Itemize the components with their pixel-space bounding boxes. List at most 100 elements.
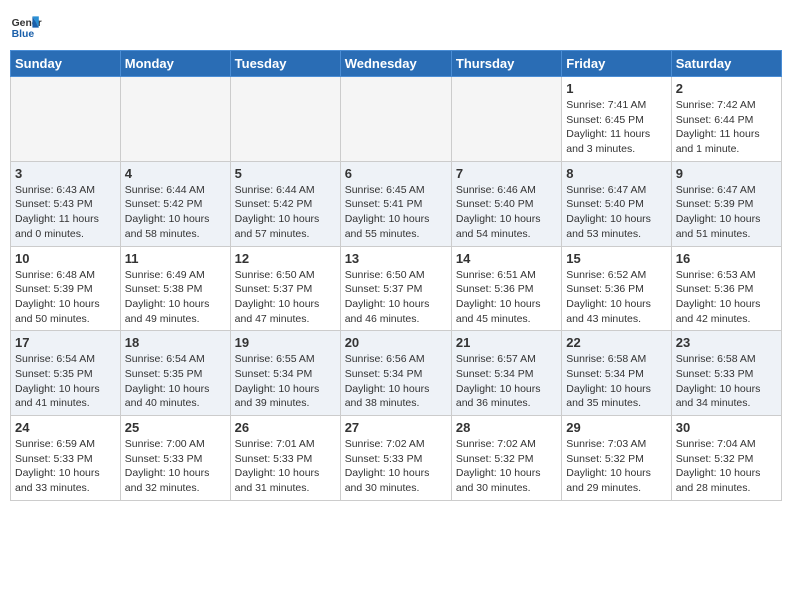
day-header-saturday: Saturday	[671, 51, 781, 77]
calendar-week-row: 17 Sunrise: 6:54 AMSunset: 5:35 PMDayligh…	[11, 331, 782, 416]
calendar-cell: 5 Sunrise: 6:44 AMSunset: 5:42 PMDaylight…	[230, 161, 340, 246]
calendar-header-row: SundayMondayTuesdayWednesdayThursdayFrid…	[11, 51, 782, 77]
calendar-week-row: 1Sunrise: 7:41 AMSunset: 6:45 PMDaylight…	[11, 77, 782, 162]
calendar-cell: 17 Sunrise: 6:54 AMSunset: 5:35 PMDayligh…	[11, 331, 121, 416]
day-info: Sunrise: 6:45 AMSunset: 5:41 PMDaylight:…	[345, 183, 447, 242]
day-info: Sunrise: 6:58 AMSunset: 5:34 PMDaylight:…	[566, 352, 666, 411]
day-info: Sunrise: 6:53 AMSunset: 5:36 PMDaylight:…	[676, 268, 777, 327]
calendar-cell: 26 Sunrise: 7:01 AMSunset: 5:33 PMDayligh…	[230, 416, 340, 501]
calendar-cell	[451, 77, 561, 162]
day-number: 18	[125, 335, 226, 350]
calendar-cell: 12 Sunrise: 6:50 AMSunset: 5:37 PMDayligh…	[230, 246, 340, 331]
calendar-cell: 22Sunrise: 6:58 AMSunset: 5:34 PMDayligh…	[562, 331, 671, 416]
day-number: 24	[15, 420, 116, 435]
day-info: Sunrise: 6:54 AMSunset: 5:35 PMDaylight:…	[125, 352, 226, 411]
calendar-cell: 14 Sunrise: 6:51 AMSunset: 5:36 PMDayligh…	[451, 246, 561, 331]
calendar-cell: 28 Sunrise: 7:02 AMSunset: 5:32 PMDayligh…	[451, 416, 561, 501]
day-header-friday: Friday	[562, 51, 671, 77]
day-number: 5	[235, 166, 336, 181]
day-info: Sunrise: 6:55 AMSunset: 5:34 PMDaylight:…	[235, 352, 336, 411]
day-info: Sunrise: 6:51 AMSunset: 5:36 PMDaylight:…	[456, 268, 557, 327]
calendar-week-row: 10 Sunrise: 6:48 AMSunset: 5:39 PMDayligh…	[11, 246, 782, 331]
day-number: 26	[235, 420, 336, 435]
day-info: Sunrise: 6:44 AMSunset: 5:42 PMDaylight:…	[125, 183, 226, 242]
day-info: Sunrise: 6:54 AMSunset: 5:35 PMDaylight:…	[15, 352, 116, 411]
day-info: Sunrise: 6:46 AMSunset: 5:40 PMDaylight:…	[456, 183, 557, 242]
day-number: 20	[345, 335, 447, 350]
day-info: Sunrise: 7:03 AMSunset: 5:32 PMDaylight:…	[566, 437, 666, 496]
day-number: 7	[456, 166, 557, 181]
day-header-sunday: Sunday	[11, 51, 121, 77]
day-number: 4	[125, 166, 226, 181]
day-info: Sunrise: 6:43 AMSunset: 5:43 PMDaylight:…	[15, 183, 116, 242]
calendar-cell: 10 Sunrise: 6:48 AMSunset: 5:39 PMDayligh…	[11, 246, 121, 331]
day-info: Sunrise: 6:57 AMSunset: 5:34 PMDaylight:…	[456, 352, 557, 411]
day-info: Sunrise: 6:47 AMSunset: 5:39 PMDaylight:…	[676, 183, 777, 242]
day-header-thursday: Thursday	[451, 51, 561, 77]
calendar-cell: 1Sunrise: 7:41 AMSunset: 6:45 PMDaylight…	[562, 77, 671, 162]
day-header-tuesday: Tuesday	[230, 51, 340, 77]
calendar-table: SundayMondayTuesdayWednesdayThursdayFrid…	[10, 50, 782, 501]
calendar-cell: 16 Sunrise: 6:53 AMSunset: 5:36 PMDayligh…	[671, 246, 781, 331]
calendar-cell: 13 Sunrise: 6:50 AMSunset: 5:37 PMDayligh…	[340, 246, 451, 331]
calendar-cell	[230, 77, 340, 162]
day-number: 2	[676, 81, 777, 96]
day-number: 17	[15, 335, 116, 350]
logo: General Blue	[10, 10, 42, 42]
day-info: Sunrise: 6:58 AMSunset: 5:33 PMDaylight:…	[676, 352, 777, 411]
day-number: 27	[345, 420, 447, 435]
day-number: 14	[456, 251, 557, 266]
calendar-week-row: 3 Sunrise: 6:43 AMSunset: 5:43 PMDaylight…	[11, 161, 782, 246]
calendar-cell: 25Sunrise: 7:00 AMSunset: 5:33 PMDayligh…	[120, 416, 230, 501]
calendar-cell	[340, 77, 451, 162]
calendar-cell: 19 Sunrise: 6:55 AMSunset: 5:34 PMDayligh…	[230, 331, 340, 416]
calendar-cell: 18 Sunrise: 6:54 AMSunset: 5:35 PMDayligh…	[120, 331, 230, 416]
logo-icon: General Blue	[10, 10, 42, 42]
calendar-cell: 23 Sunrise: 6:58 AMSunset: 5:33 PMDayligh…	[671, 331, 781, 416]
calendar-cell: 9 Sunrise: 6:47 AMSunset: 5:39 PMDaylight…	[671, 161, 781, 246]
day-info: Sunrise: 6:44 AMSunset: 5:42 PMDaylight:…	[235, 183, 336, 242]
calendar-cell: 3 Sunrise: 6:43 AMSunset: 5:43 PMDaylight…	[11, 161, 121, 246]
day-number: 16	[676, 251, 777, 266]
day-info: Sunrise: 6:56 AMSunset: 5:34 PMDaylight:…	[345, 352, 447, 411]
day-number: 12	[235, 251, 336, 266]
day-number: 10	[15, 251, 116, 266]
calendar-cell	[11, 77, 121, 162]
calendar-cell: 30 Sunrise: 7:04 AMSunset: 5:32 PMDayligh…	[671, 416, 781, 501]
day-number: 19	[235, 335, 336, 350]
calendar-cell: 2Sunrise: 7:42 AMSunset: 6:44 PMDaylight…	[671, 77, 781, 162]
day-header-wednesday: Wednesday	[340, 51, 451, 77]
day-header-monday: Monday	[120, 51, 230, 77]
day-number: 30	[676, 420, 777, 435]
day-info: Sunrise: 7:02 AMSunset: 5:33 PMDaylight:…	[345, 437, 447, 496]
day-info: Sunrise: 6:48 AMSunset: 5:39 PMDaylight:…	[15, 268, 116, 327]
day-number: 28	[456, 420, 557, 435]
calendar-cell: 15Sunrise: 6:52 AMSunset: 5:36 PMDayligh…	[562, 246, 671, 331]
day-info: Sunrise: 7:01 AMSunset: 5:33 PMDaylight:…	[235, 437, 336, 496]
day-number: 6	[345, 166, 447, 181]
page-header: General Blue	[10, 10, 782, 42]
calendar-cell: 24 Sunrise: 6:59 AMSunset: 5:33 PMDayligh…	[11, 416, 121, 501]
day-info: Sunrise: 6:52 AMSunset: 5:36 PMDaylight:…	[566, 268, 666, 327]
calendar-cell: 20 Sunrise: 6:56 AMSunset: 5:34 PMDayligh…	[340, 331, 451, 416]
day-number: 9	[676, 166, 777, 181]
calendar-cell: 11Sunrise: 6:49 AMSunset: 5:38 PMDayligh…	[120, 246, 230, 331]
day-info: Sunrise: 6:47 AMSunset: 5:40 PMDaylight:…	[566, 183, 666, 242]
day-number: 23	[676, 335, 777, 350]
day-info: Sunrise: 6:50 AMSunset: 5:37 PMDaylight:…	[235, 268, 336, 327]
day-info: Sunrise: 6:50 AMSunset: 5:37 PMDaylight:…	[345, 268, 447, 327]
day-info: Sunrise: 7:00 AMSunset: 5:33 PMDaylight:…	[125, 437, 226, 496]
calendar-week-row: 24 Sunrise: 6:59 AMSunset: 5:33 PMDayligh…	[11, 416, 782, 501]
calendar-cell: 4 Sunrise: 6:44 AMSunset: 5:42 PMDaylight…	[120, 161, 230, 246]
day-info: Sunrise: 7:04 AMSunset: 5:32 PMDaylight:…	[676, 437, 777, 496]
calendar-cell	[120, 77, 230, 162]
svg-text:Blue: Blue	[12, 29, 35, 40]
day-info: Sunrise: 7:02 AMSunset: 5:32 PMDaylight:…	[456, 437, 557, 496]
calendar-cell: 7 Sunrise: 6:46 AMSunset: 5:40 PMDaylight…	[451, 161, 561, 246]
calendar-cell: 6 Sunrise: 6:45 AMSunset: 5:41 PMDaylight…	[340, 161, 451, 246]
day-number: 13	[345, 251, 447, 266]
day-info: Sunrise: 6:59 AMSunset: 5:33 PMDaylight:…	[15, 437, 116, 496]
day-number: 3	[15, 166, 116, 181]
day-number: 8	[566, 166, 666, 181]
calendar-cell: 29Sunrise: 7:03 AMSunset: 5:32 PMDayligh…	[562, 416, 671, 501]
